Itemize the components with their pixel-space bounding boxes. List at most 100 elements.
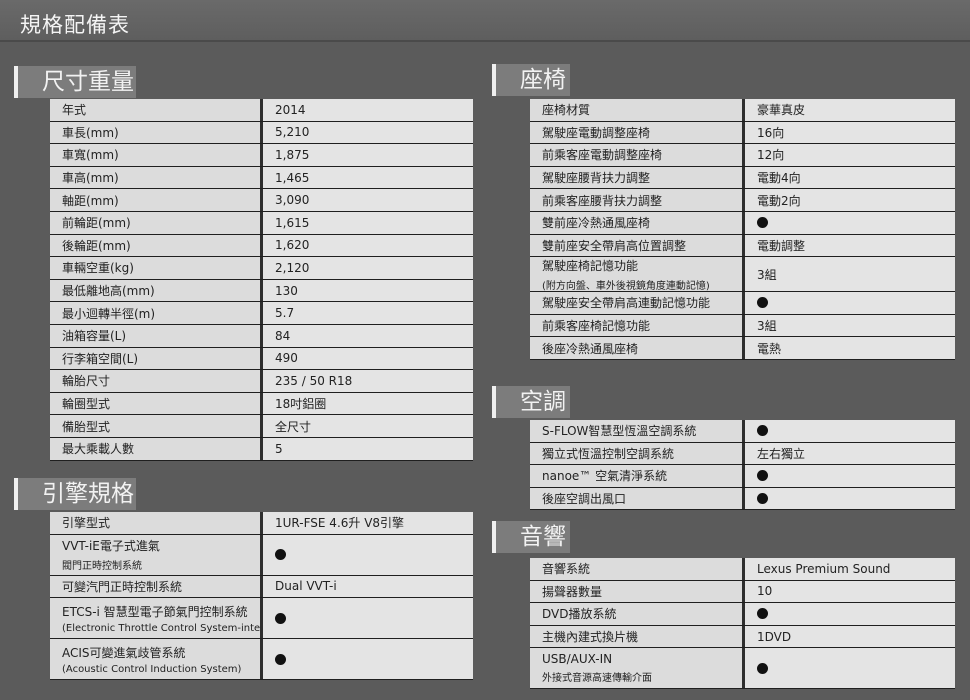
spec-value-cell: 235 / 50 R18 [263, 370, 473, 392]
section-header-engine: 引擎規格 [14, 478, 136, 510]
spec-label-cell: USB/AUX-IN 外接式音源高速傳輸介面 [530, 648, 745, 689]
spec-label-cell: 駕駛座椅記憶功能 (附方向盤、車外後視鏡角度連動記憶) [530, 257, 745, 292]
spec-label: 軸距(mm) [62, 193, 119, 208]
spec-row: 最大乘載人數 5 [50, 437, 473, 461]
spec-label-cell: 備胎型式 [50, 415, 263, 437]
spec-value: 2,120 [275, 260, 310, 275]
spec-label-cell: 車長(mm) [50, 121, 263, 144]
spec-label-cell: 獨立式恆溫控制空調系統 [530, 442, 745, 465]
spec-value-cell: 10 [745, 580, 955, 603]
top-bar: 規格配備表 [0, 0, 970, 42]
spec-label-cell: nanoe™ 空氣清淨系統 [530, 465, 745, 487]
spec-value: 電動2向 [757, 193, 801, 208]
spec-label-cell: 車輛空重(kg) [50, 257, 263, 279]
spec-value-cell: 豪華真皮 [745, 99, 955, 121]
spec-label: 雙前座冷熱通風座椅 [542, 216, 651, 231]
spec-row: 車寬(mm) 1,875 [50, 144, 473, 167]
equipped-dot-icon [275, 612, 286, 624]
equipped-dot-icon [757, 425, 768, 437]
spec-label: nanoe™ 空氣清淨系統 [542, 469, 668, 484]
spec-row: 年式 2014 [50, 99, 473, 122]
equipped-dot-icon [757, 662, 768, 674]
spec-label-cell: 座椅材質 [530, 99, 745, 121]
spec-label: 車高(mm) [62, 171, 119, 186]
spec-value-cell: 1UR-FSE 4.6升 V8引擎 [263, 512, 473, 534]
spec-row: 油箱容量(L) 84 [50, 324, 473, 348]
spec-label: ETCS-i 智慧型電子節氣門控制系統 [62, 604, 248, 619]
spec-row: 座椅材質 豪華真皮 [530, 99, 955, 122]
spec-value: 3,090 [275, 193, 310, 208]
spec-label-cell: 揚聲器數量 [530, 580, 745, 603]
spec-row: 揚聲器數量 10 [530, 580, 955, 604]
spec-value: 1,615 [275, 215, 310, 230]
spec-label: 最小迴轉半徑(m) [62, 306, 156, 321]
spec-row: 前乘客座椅記憶功能 3組 [530, 314, 955, 338]
spec-value: 2014 [275, 102, 306, 117]
spec-row: nanoe™ 空氣清淨系統 [530, 465, 955, 488]
spec-label: 後座空調出風口 [542, 492, 627, 507]
spec-label: 主機內建式換片機 [542, 630, 639, 645]
spec-label: 駕駛座安全帶肩高連動記憶功能 [542, 296, 711, 311]
spec-row: 車輛空重(kg) 2,120 [50, 257, 473, 280]
spec-value-cell [263, 534, 473, 575]
spec-value-cell: Dual VVT-i [263, 575, 473, 598]
spec-row: 輪胎尺寸 235 / 50 R18 [50, 370, 473, 393]
seats-table: 座椅材質 豪華真皮 駕駛座電動調整座椅 16向 前乘客座電動調整座椅 12向 駕駛座腰背扶力… [530, 99, 955, 360]
spec-row: 後輪距(mm) 1,620 [50, 234, 473, 258]
spec-label-cell: 可變汽門正時控制系統 [50, 575, 263, 598]
spec-label: 車寬(mm) [62, 148, 119, 163]
section-header-climate: 空調 [492, 386, 570, 418]
spec-value: 5.7 [275, 306, 295, 321]
spec-row: 前輪距(mm) 1,615 [50, 211, 473, 235]
spec-value-cell: Lexus Premium Sound [745, 558, 955, 580]
spec-label-cell: 油箱容量(L) [50, 324, 263, 347]
spec-label-cell: 前乘客座腰背扶力調整 [530, 189, 745, 211]
spec-value: 電熱 [757, 341, 782, 356]
spec-row: 行李箱空間(L) 490 [50, 347, 473, 371]
spec-label: 座椅材質 [542, 103, 591, 118]
spec-value: 130 [275, 283, 298, 298]
spec-label: 前乘客座腰背扶力調整 [542, 193, 663, 208]
spec-value: 235 / 50 R18 [275, 373, 353, 388]
spec-value-cell: 12向 [745, 144, 955, 166]
spec-row: 備胎型式 全尺寸 [50, 415, 473, 438]
spec-sublabel: (Electronic Throttle Control System-inte… [62, 622, 263, 634]
spec-label: DVD播放系統 [542, 607, 617, 622]
section-title: 引擎規格 [42, 481, 134, 507]
spec-value-cell [745, 648, 955, 689]
spec-label-cell: 駕駛座腰背扶力調整 [530, 166, 745, 189]
climate-table: S-FLOW智慧型恆溫空調系統 獨立式恆溫控制空調系統 左右獨立 nanoe™ 空氣清… [530, 420, 955, 511]
spec-value-cell [745, 292, 955, 314]
spec-label-cell: 後輪距(mm) [50, 234, 263, 257]
spec-row: 輪圈型式 18吋鋁圈 [50, 392, 473, 416]
spec-label: 輪圈型式 [62, 397, 111, 412]
spec-label-cell: ETCS-i 智慧型電子節氣門控制系統 (Electronic Throttle … [50, 598, 263, 639]
spec-row: 駕駛座椅記憶功能 (附方向盤、車外後視鏡角度連動記憶) 3組 [530, 257, 955, 293]
section-title: 音響 [520, 524, 566, 550]
spec-row: 最小迴轉半徑(m) 5.7 [50, 302, 473, 325]
spec-value-cell [745, 465, 955, 487]
spec-label: 車輛空重(kg) [62, 261, 134, 276]
spec-value: 5 [275, 441, 283, 456]
spec-row: 前乘客座腰背扶力調整 電動2向 [530, 189, 955, 212]
spec-label: 最低離地高(mm) [62, 284, 155, 299]
spec-label-cell: 最低離地高(mm) [50, 279, 263, 302]
spec-value-cell [745, 420, 955, 442]
section-header-audio: 音響 [492, 521, 570, 553]
spec-value-cell: 3組 [745, 257, 955, 292]
spec-label-cell: 駕駛座電動調整座椅 [530, 121, 745, 144]
section-header-dimensions: 尺寸重量 [14, 66, 136, 98]
spec-label: ACIS可變進氣歧管系統 [62, 645, 186, 660]
spec-row: 雙前座冷熱通風座椅 [530, 211, 955, 235]
spec-label-cell: 音響系統 [530, 558, 745, 580]
spec-value-cell: 3組 [745, 314, 955, 337]
equipped-dot-icon [275, 653, 286, 665]
spec-value: 1DVD [757, 629, 792, 644]
spec-sublabel: (附方向盤、車外後視鏡角度連動記憶) [542, 280, 710, 292]
dimensions-table: 年式 2014 車長(mm) 5,210 車寬(mm) 1,875 車高(mm) 1,465 軸… [50, 99, 473, 461]
spec-value-cell: 2014 [263, 99, 473, 121]
spec-label-cell: 最小迴轉半徑(m) [50, 302, 263, 324]
equipped-dot-icon [757, 493, 768, 505]
spec-label-cell: 後座冷熱通風座椅 [530, 337, 745, 359]
spec-row: 主機內建式換片機 1DVD [530, 625, 955, 649]
